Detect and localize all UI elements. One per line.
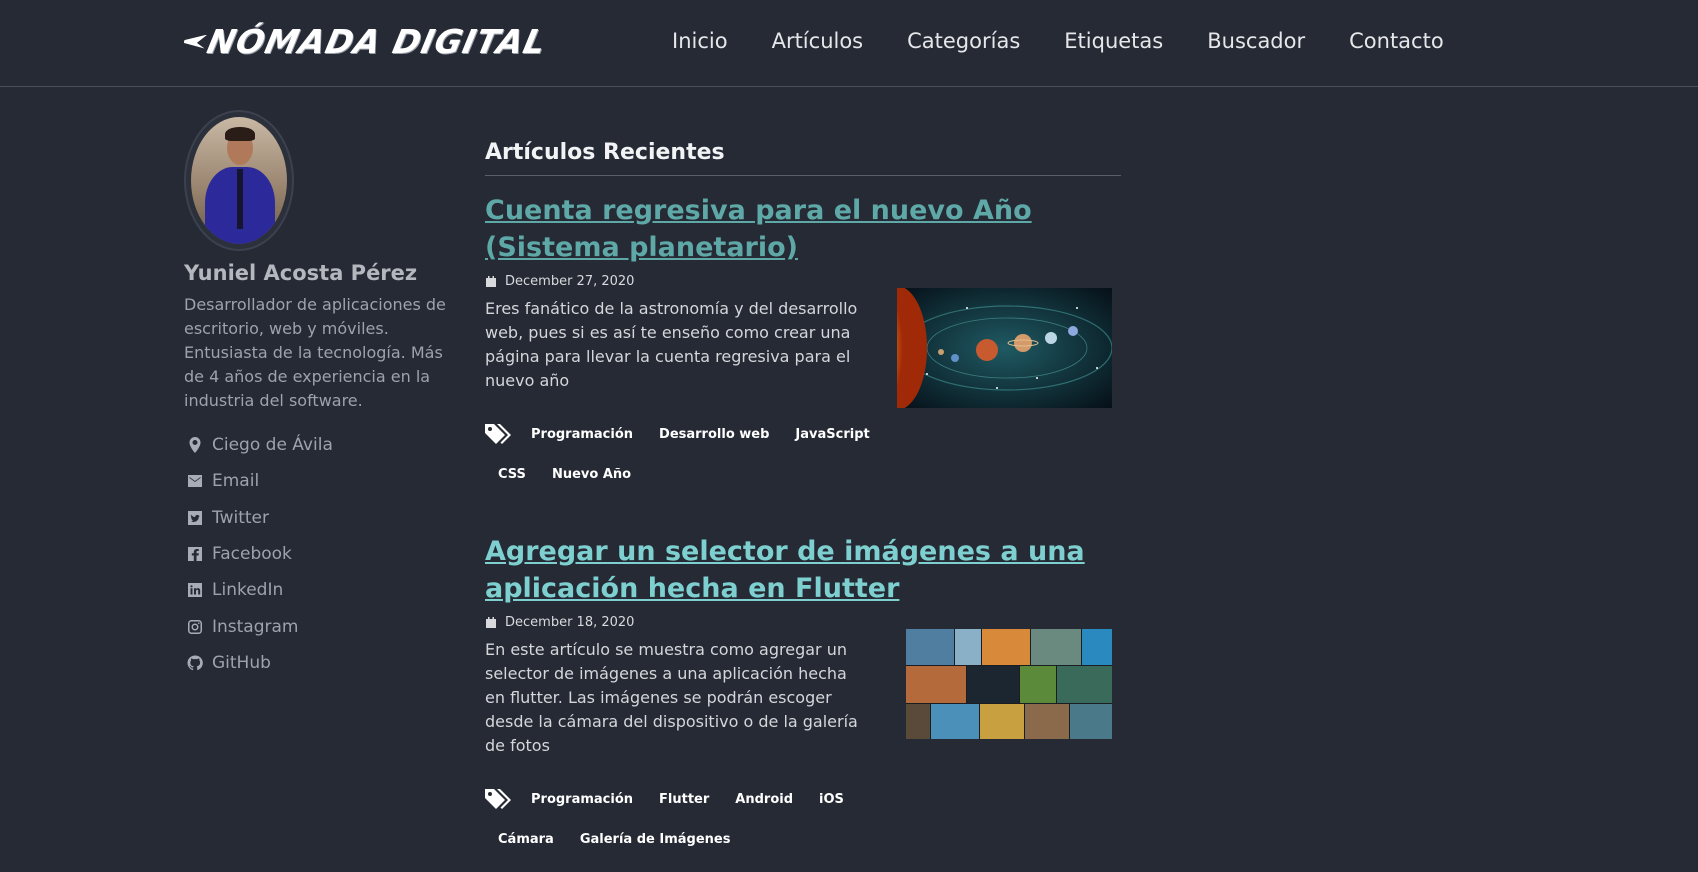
tag-link[interactable]: JavaScript: [782, 415, 882, 455]
tags-icon: [485, 424, 511, 444]
main-nav: Inicio Artículos Categorías Etiquetas Bu…: [672, 29, 1444, 53]
logo-text: NÓMADA DIGITAL: [203, 22, 551, 61]
solar-system-image: [897, 288, 1112, 408]
article-excerpt: En este artículo se muestra como agregar…: [485, 640, 858, 755]
article-excerpt: Eres fanático de la astronomía y del des…: [485, 299, 858, 390]
image-grid-collage: [906, 629, 1112, 739]
author-sidebar: Yuniel Acosta Pérez Desarrollador de apl…: [184, 110, 454, 681]
nav-link-categorias[interactable]: Categorías: [907, 29, 1020, 53]
article-tags: Programación Desarrollo web JavaScript C…: [485, 415, 885, 495]
section-title: Artículos Recientes: [485, 140, 1121, 176]
calendar-icon: [486, 275, 496, 287]
tag-link[interactable]: Android: [722, 780, 806, 820]
tags-icon: [485, 789, 511, 809]
nav-link-contacto[interactable]: Contacto: [1349, 29, 1444, 53]
linkedin-icon: [188, 583, 202, 598]
calendar-icon: [486, 616, 496, 628]
linkedin-label[interactable]: LinkedIn: [212, 580, 283, 600]
author-link-facebook[interactable]: Facebook: [184, 536, 454, 572]
twitter-label[interactable]: Twitter: [212, 508, 269, 528]
article-card: Cuenta regresiva para el nuevo Año (Sist…: [485, 192, 1121, 495]
instagram-icon: [188, 619, 202, 634]
site-header: NÓMADA DIGITAL Inicio Artículos Categorí…: [0, 0, 1698, 87]
tag-link[interactable]: Programación: [531, 780, 646, 820]
tag-link[interactable]: Galería de Imágenes: [567, 820, 744, 860]
recent-articles: Artículos Recientes Cuenta regresiva par…: [485, 140, 1121, 860]
article-date: December 18, 2020: [485, 615, 1121, 630]
location-label: Ciego de Ávila: [212, 435, 333, 456]
article-title-link[interactable]: Agregar un selector de imágenes a una ap…: [485, 533, 1121, 607]
author-link-github[interactable]: GitHub: [184, 645, 454, 681]
author-link-instagram[interactable]: Instagram: [184, 608, 454, 644]
author-link-email[interactable]: Email: [184, 463, 454, 499]
article-thumbnail-solar-system[interactable]: [897, 288, 1112, 408]
nav-link-articulos[interactable]: Artículos: [772, 29, 864, 53]
facebook-label[interactable]: Facebook: [212, 544, 292, 564]
nav-link-buscador[interactable]: Buscador: [1207, 29, 1305, 53]
nav-link-etiquetas[interactable]: Etiquetas: [1064, 29, 1163, 53]
article-title-link[interactable]: Cuenta regresiva para el nuevo Año (Sist…: [485, 192, 1121, 266]
twitter-icon: [188, 510, 202, 525]
article-thumbnail-image-picker[interactable]: [906, 629, 1112, 739]
tag-link[interactable]: Programación: [531, 415, 646, 455]
author-avatar: [184, 110, 294, 251]
avatar-photo: [191, 117, 287, 244]
article-date: December 27, 2020: [485, 274, 1121, 289]
tag-link[interactable]: iOS: [806, 780, 857, 820]
tag-link[interactable]: Flutter: [646, 780, 722, 820]
github-label[interactable]: GitHub: [212, 653, 271, 673]
tag-link[interactable]: Cámara: [485, 820, 567, 860]
tag-link[interactable]: Desarrollo web: [646, 415, 782, 455]
author-name: Yuniel Acosta Pérez: [184, 261, 418, 285]
github-icon: [187, 655, 203, 671]
envelope-icon: [188, 475, 202, 488]
nav-link-inicio[interactable]: Inicio: [672, 29, 728, 53]
author-link-twitter[interactable]: Twitter: [184, 500, 454, 536]
tag-link[interactable]: Nuevo Año: [539, 455, 644, 495]
author-links: Ciego de Ávila Email Twitter Facebook Li…: [184, 427, 454, 681]
logo-bolt-icon: [183, 35, 208, 49]
author-location: Ciego de Ávila: [184, 427, 454, 463]
article-date-text: December 27, 2020: [505, 274, 635, 289]
article-date-text: December 18, 2020: [505, 615, 635, 630]
article-card: Agregar un selector de imágenes a una ap…: [485, 533, 1121, 860]
facebook-icon: [188, 547, 202, 562]
email-label[interactable]: Email: [212, 471, 259, 491]
site-logo[interactable]: NÓMADA DIGITAL: [180, 22, 550, 61]
author-link-linkedin[interactable]: LinkedIn: [184, 572, 454, 608]
map-pin-icon: [189, 437, 201, 454]
article-tags: Programación Flutter Android iOS Cámara …: [485, 780, 885, 860]
instagram-label[interactable]: Instagram: [212, 617, 299, 637]
tag-link[interactable]: CSS: [485, 455, 539, 495]
author-bio: Desarrollador de aplicaciones de escrito…: [184, 295, 446, 410]
